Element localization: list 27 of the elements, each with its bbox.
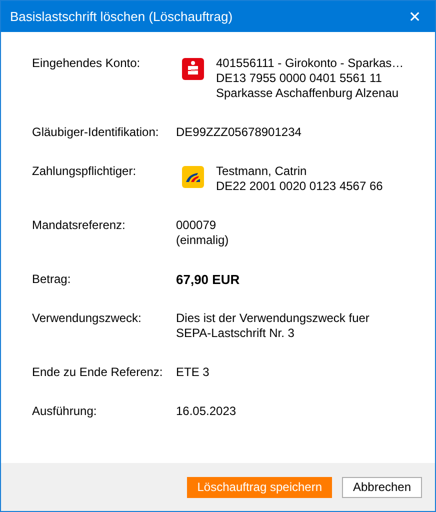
- field-label: Verwendungszweck:: [32, 311, 142, 326]
- field-value: DE13 7955 0000 0401 5561 11: [216, 71, 383, 86]
- field-value: 000079: [176, 218, 218, 233]
- field-label: Mandatsreferenz:: [32, 218, 126, 233]
- bank-logo-icon: [182, 166, 204, 188]
- field-label: Betrag:: [32, 272, 72, 287]
- field-value: (einmalig): [176, 233, 229, 248]
- sparkasse-logo-icon: [182, 58, 204, 80]
- field-value: SEPA-Lastschrift Nr. 3: [176, 326, 296, 341]
- field-value: Sparkasse Aschaffenburg Alzenau: [216, 86, 400, 101]
- field-label: Zahlungspflichtiger:: [32, 164, 138, 179]
- field-value: Testmann, Catrin: [216, 164, 308, 179]
- field-label: Ende zu Ende Referenz:: [32, 365, 164, 380]
- field-label: Gläubiger-Identifikation:: [32, 125, 160, 140]
- save-button[interactable]: Löschauftrag speichern: [187, 476, 332, 498]
- field-value: ETE 3: [176, 365, 210, 380]
- window-title: Basislastschrift löschen (Löschauftrag): [10, 9, 234, 24]
- field-label: Ausführung:: [32, 404, 98, 419]
- close-button[interactable]: ✕: [395, 1, 435, 32]
- field-value: DE99ZZZ05678901234: [176, 125, 302, 140]
- field-value: 401556111 - Girokonto - Sparkas…: [216, 56, 404, 71]
- field-label: Eingehendes Konto:: [32, 56, 142, 71]
- field-value: DE22 2001 0020 0123 4567 66: [216, 179, 383, 194]
- cancel-button[interactable]: Abbrechen: [342, 476, 422, 498]
- field-value: 67,90 EUR: [176, 272, 240, 287]
- field-value: Dies ist der Verwendungszweck fuer: [176, 311, 370, 326]
- field-value: 16.05.2023: [176, 404, 236, 419]
